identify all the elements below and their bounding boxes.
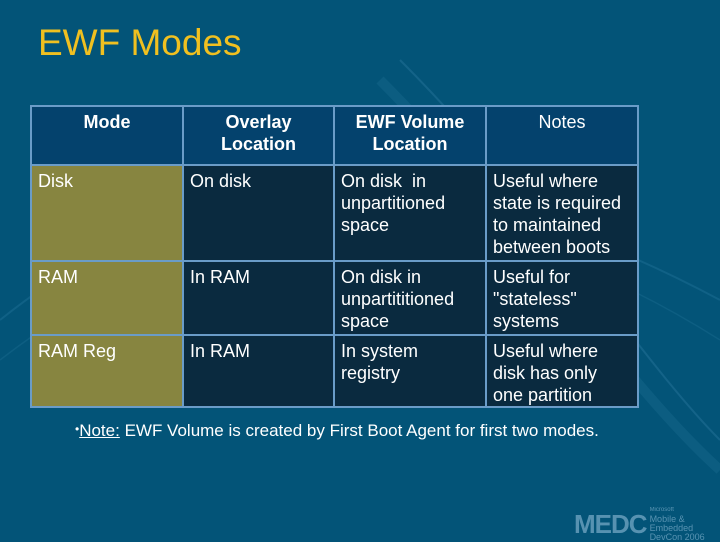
- cell-mode: RAM Reg: [30, 334, 184, 408]
- table-header-row: Mode Overlay Location EWF Volume Locatio…: [30, 105, 639, 166]
- cell-volume: On disk in unpartititioned space: [333, 260, 487, 336]
- header-overlay-location: Overlay Location: [182, 105, 335, 166]
- table-row: RAM Reg In RAM In system registry Useful…: [30, 334, 639, 408]
- footnote: •Note: EWF Volume is created by First Bo…: [75, 421, 599, 441]
- cell-mode: RAM: [30, 260, 184, 336]
- header-notes: Notes: [485, 105, 639, 166]
- logo-line1: Mobile & Embedded: [649, 514, 694, 533]
- table-row: RAM In RAM On disk in unpartititioned sp…: [30, 260, 639, 336]
- note-text: EWF Volume is created by First Boot Agen…: [119, 421, 599, 440]
- logo-subtitle: Microsoft Mobile & Embedded DevCon 2006: [650, 506, 720, 542]
- cell-notes: Useful for "stateless" systems: [485, 260, 639, 336]
- table-row: Disk On disk On disk in unpartitioned sp…: [30, 164, 639, 262]
- cell-volume: On disk in unpartitioned space: [333, 164, 487, 262]
- cell-volume: In system registry: [333, 334, 487, 408]
- logo-mark: MEDC: [574, 508, 648, 539]
- header-mode: Mode: [30, 105, 184, 166]
- medc-logo: MEDC Microsoft Mobile & Embedded DevCon …: [574, 506, 720, 542]
- cell-overlay: On disk: [182, 164, 335, 262]
- cell-notes: Useful where state is required to mainta…: [485, 164, 639, 262]
- header-ewf-volume-location: EWF Volume Location: [333, 105, 487, 166]
- note-label: Note:: [79, 421, 120, 440]
- cell-overlay: In RAM: [182, 260, 335, 336]
- slide-title: EWF Modes: [38, 22, 242, 63]
- logo-line2: DevCon 2006: [649, 532, 705, 542]
- cell-notes: Useful where disk has only one partition: [485, 334, 639, 408]
- cell-mode: Disk: [30, 164, 184, 262]
- ewf-modes-table: Mode Overlay Location EWF Volume Locatio…: [30, 105, 639, 408]
- cell-overlay: In RAM: [182, 334, 335, 408]
